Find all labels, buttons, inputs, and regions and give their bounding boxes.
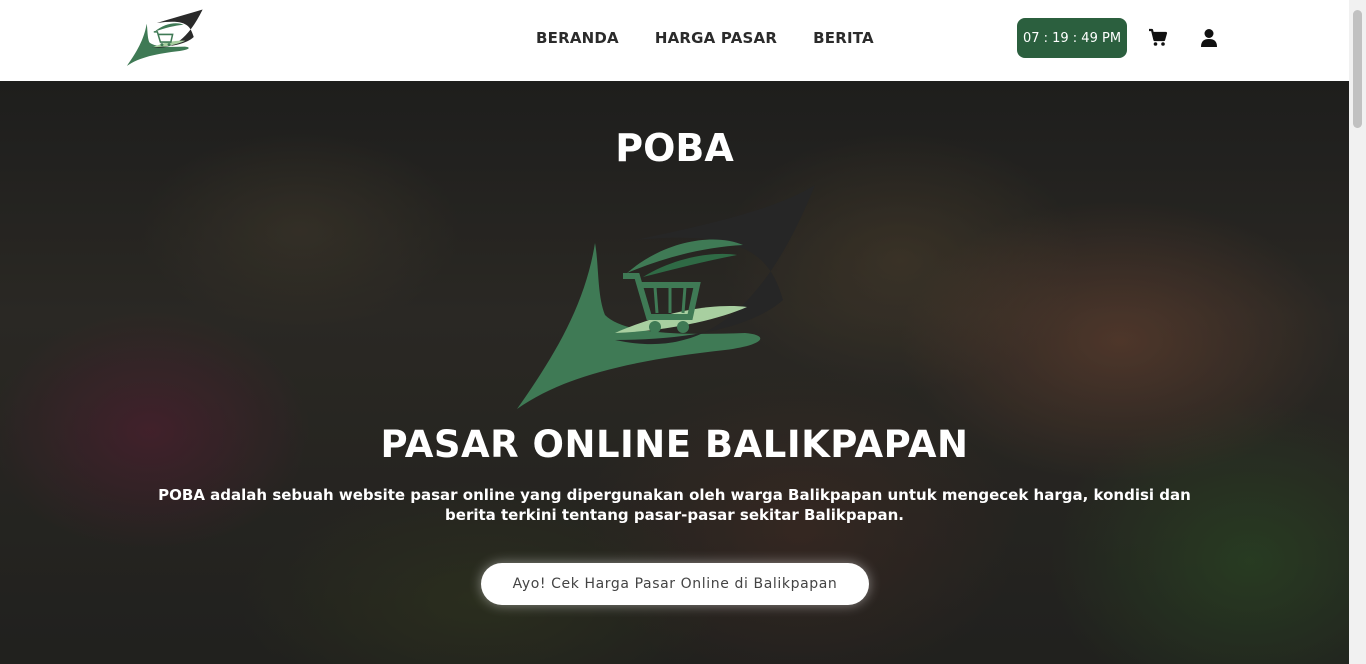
navbar: BERANDA HARGA PASAR BERITA 07 : 19 : 49 … bbox=[0, 0, 1349, 81]
scrollbar-thumb[interactable] bbox=[1353, 10, 1362, 128]
page-scrollbar[interactable] bbox=[1349, 0, 1366, 664]
nav-link-beranda[interactable]: BERANDA bbox=[536, 29, 619, 47]
hero-section: POBA PASAR ONLINE BALIKPAPAN POBA adalah… bbox=[0, 81, 1349, 664]
user-icon[interactable] bbox=[1199, 28, 1219, 48]
brand-logo-icon[interactable] bbox=[126, 9, 206, 67]
hero-title: POBA bbox=[615, 126, 734, 170]
clock-badge: 07 : 19 : 49 PM bbox=[1017, 18, 1127, 58]
cart-icon[interactable] bbox=[1148, 28, 1168, 48]
cek-harga-button[interactable]: Ayo! Cek Harga Pasar Online di Balikpapa… bbox=[481, 563, 869, 605]
nav-link-harga-pasar[interactable]: HARGA PASAR bbox=[655, 29, 777, 47]
hero-heading: PASAR ONLINE BALIKPAPAN bbox=[380, 423, 969, 466]
hero-description: POBA adalah sebuah website pasar online … bbox=[158, 486, 1191, 524]
nav-link-berita[interactable]: BERITA bbox=[813, 29, 874, 47]
poba-logo-icon bbox=[517, 185, 815, 409]
main-nav: BERANDA HARGA PASAR BERITA bbox=[536, 29, 910, 47]
